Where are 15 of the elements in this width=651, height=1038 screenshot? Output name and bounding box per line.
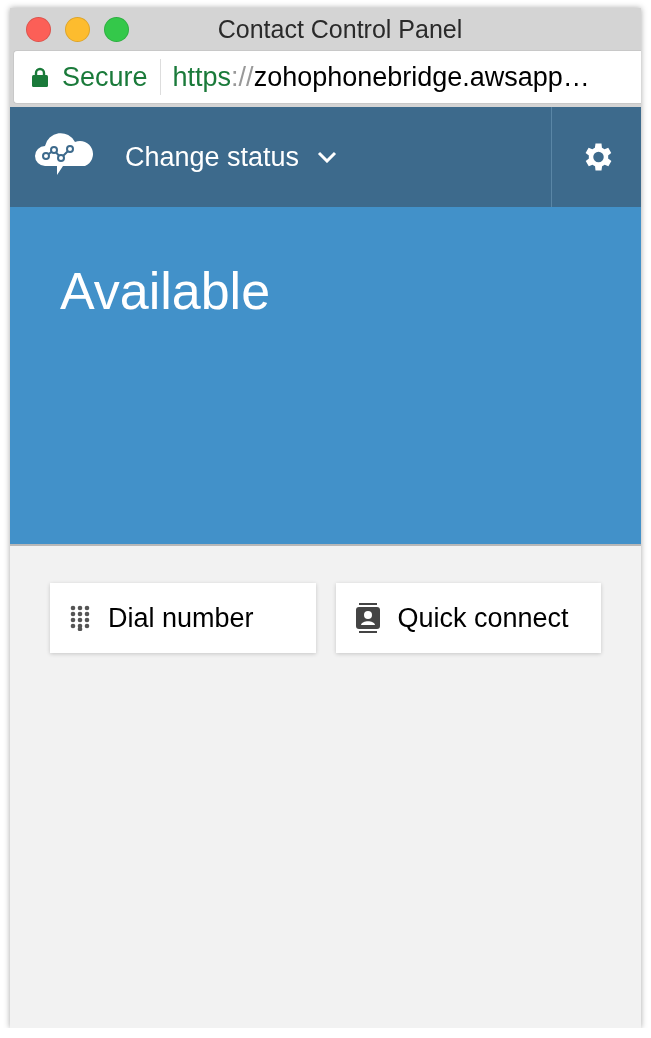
- url-text: https://zohophonebridge.awsapp…: [171, 61, 590, 93]
- contact-card-icon: [355, 603, 380, 633]
- status-dropdown[interactable]: Change status: [125, 141, 338, 173]
- zoom-button[interactable]: [104, 16, 129, 42]
- dialpad-icon: [70, 605, 90, 631]
- chevron-down-icon: [317, 151, 338, 163]
- window-title: Contact Control Panel: [216, 14, 464, 44]
- quick-connect-button[interactable]: Quick connect: [335, 583, 601, 653]
- security-label: Secure: [62, 61, 148, 93]
- status-label: Available: [60, 261, 272, 321]
- minimize-button[interactable]: [65, 16, 90, 42]
- lock-icon: [32, 67, 48, 87]
- address-field[interactable]: Secure https://zohophonebridge.awsapp…: [13, 50, 641, 104]
- dial-number-button[interactable]: Dial number: [50, 583, 316, 653]
- close-button[interactable]: [26, 16, 51, 42]
